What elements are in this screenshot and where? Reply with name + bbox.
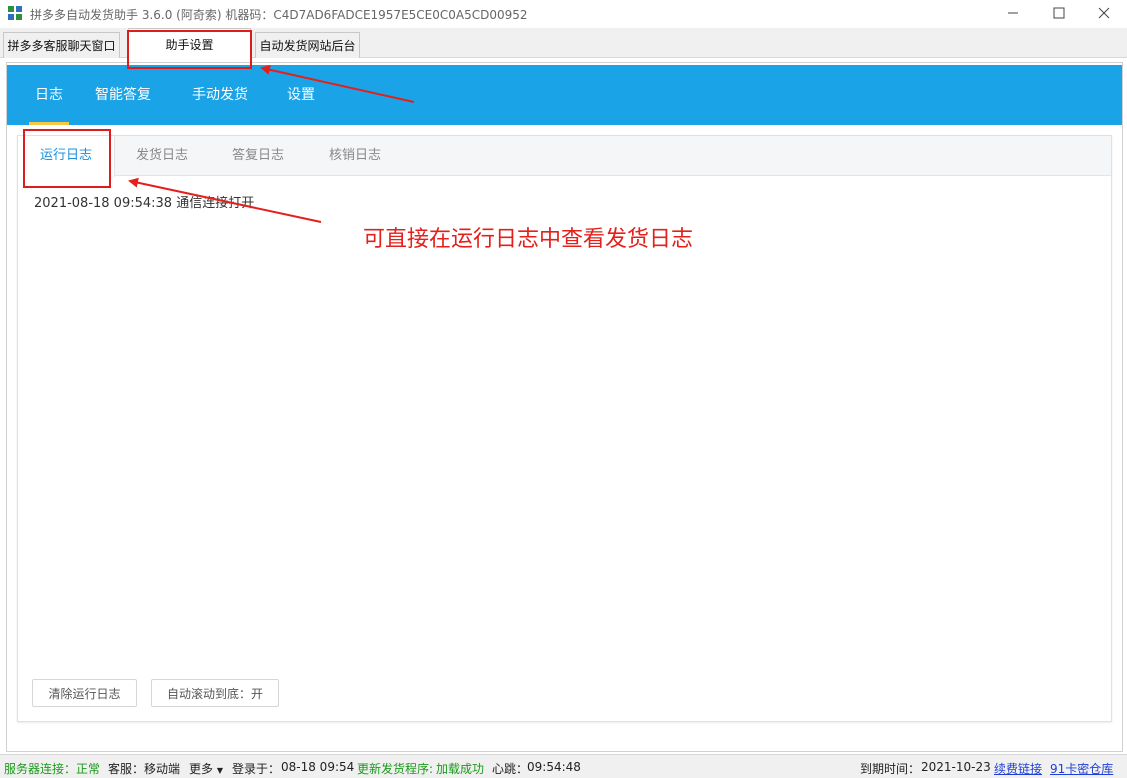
heartbeat-label: 心跳： bbox=[492, 762, 529, 776]
more-label: 更多 bbox=[189, 762, 214, 776]
service-label: 客服： bbox=[108, 762, 145, 776]
main-nav: 日志 智能答复 手动发货 设置 bbox=[7, 65, 1122, 125]
login-value: 08-18 09:54 bbox=[281, 760, 355, 774]
card-store-link[interactable]: 91卡密仓库 bbox=[1050, 760, 1113, 777]
app-icon bbox=[8, 6, 22, 20]
tab-delivery-backend[interactable]: 自动发货网站后台 bbox=[255, 32, 360, 58]
tab-delivery-log[interactable]: 发货日志 bbox=[136, 136, 188, 176]
tab-reply-log[interactable]: 答复日志 bbox=[232, 136, 284, 176]
annotation-box-run-log-tab bbox=[23, 129, 111, 188]
log-entry: 2021-08-18 09:54:38 通信连接打开 bbox=[34, 196, 255, 211]
clear-log-button[interactable]: 清除运行日志 bbox=[32, 679, 137, 707]
minimize-icon bbox=[1008, 12, 1018, 14]
dropdown-arrow-icon: ▼ bbox=[216, 766, 223, 775]
log-tab-bar: 运行日志 发货日志 答复日志 核销日志 bbox=[18, 136, 1111, 177]
update-value: 加载成功 bbox=[436, 762, 485, 776]
window-title: 拼多多自动发货助手 3.6.0 (阿奇索) 机器码：C4D7AD6FADCE19… bbox=[30, 8, 528, 22]
more-menu[interactable]: 更多 ▼ bbox=[189, 760, 223, 777]
minimize-button[interactable] bbox=[990, 0, 1036, 26]
nav-item-smart-reply[interactable]: 智能答复 bbox=[95, 65, 151, 125]
tab-verify-log[interactable]: 核销日志 bbox=[329, 136, 381, 176]
login-label: 登录于： bbox=[232, 762, 281, 776]
nav-item-log[interactable]: 日志 bbox=[29, 65, 69, 125]
server-status-value: 正常 bbox=[76, 762, 101, 776]
expire-value: 2021-10-23 bbox=[921, 760, 991, 774]
server-status-label: 服务器连接： bbox=[4, 762, 77, 776]
service-value: 移动端 bbox=[144, 762, 181, 776]
auto-scroll-toggle[interactable]: 自动滚动到底：开 bbox=[151, 679, 279, 707]
update-label: 更新发货程序: bbox=[357, 762, 434, 776]
tab-chat-window[interactable]: 拼多多客服聊天窗口 bbox=[3, 32, 120, 58]
maximize-icon bbox=[1053, 7, 1065, 19]
renew-link[interactable]: 续费链接 bbox=[994, 760, 1042, 777]
heartbeat-value: 09:54:48 bbox=[527, 760, 581, 774]
status-bar: 服务器连接： 正常 客服： 移动端 更多 ▼ 登录于： 08-18 09:54 … bbox=[0, 754, 1127, 778]
expire-label: 到期时间： bbox=[860, 762, 921, 776]
maximize-button[interactable] bbox=[1036, 0, 1082, 26]
annotation-box-settings-tab bbox=[127, 30, 252, 69]
nav-item-settings[interactable]: 设置 bbox=[287, 65, 315, 125]
nav-item-manual-delivery[interactable]: 手动发货 bbox=[192, 65, 248, 125]
title-bar: 拼多多自动发货助手 3.6.0 (阿奇索) 机器码：C4D7AD6FADCE19… bbox=[0, 0, 1127, 26]
close-icon bbox=[1098, 7, 1110, 19]
close-button[interactable] bbox=[1081, 0, 1127, 26]
annotation-text: 可直接在运行日志中查看发货日志 bbox=[363, 227, 694, 252]
